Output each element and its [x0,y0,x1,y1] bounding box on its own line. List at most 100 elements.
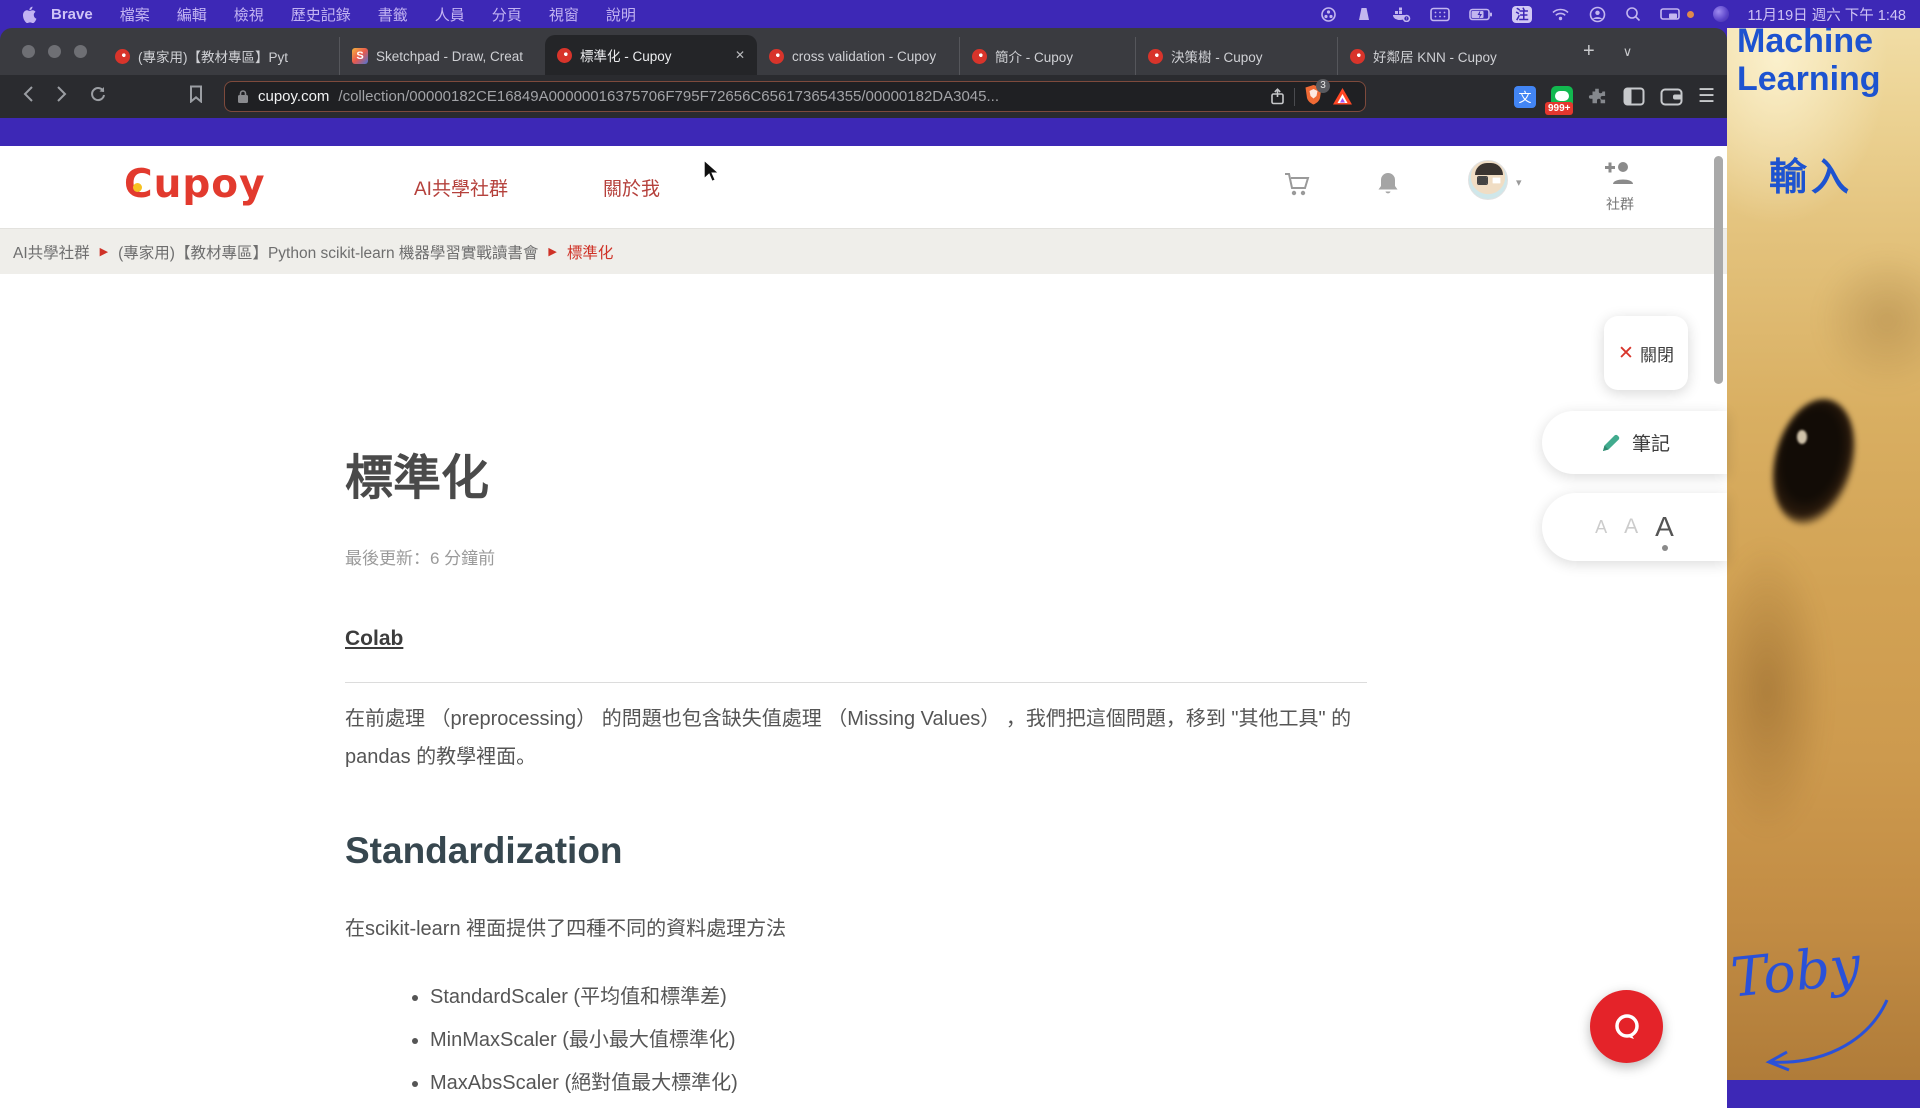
vlc-icon[interactable] [1356,6,1372,22]
menu-help[interactable]: 說明 [606,4,636,25]
bookmark-icon[interactable] [178,85,214,109]
keyboard-icon[interactable] [1430,7,1451,22]
breadcrumb-course[interactable]: (專家用)【教材專區】Python scikit-learn 機器學習實戰讀書會 [118,241,538,263]
tab-title: 簡介 - Cupoy [995,50,1074,65]
extensions-puzzle-icon[interactable] [1588,87,1608,107]
input-method-icon[interactable]: 注 [1512,5,1532,23]
font-small-button[interactable]: A [1595,517,1607,538]
breadcrumb-arrow-icon: ▶ [99,246,109,258]
close-window-button[interactable] [22,45,35,58]
minimize-window-button[interactable] [48,45,61,58]
avatar[interactable] [1468,160,1508,200]
share-icon[interactable] [1270,88,1285,105]
notification-bell-icon[interactable] [1375,170,1401,203]
nav-about-me[interactable]: 關於我 [603,174,660,201]
address-bar[interactable]: cupoy.com/collection/00000182CE16849A000… [224,79,1366,112]
breadcrumb: AI共學社群 ▶ (專家用)【教材專區】Python scikit-learn … [0,228,1727,274]
main-menu-icon[interactable]: ☰ [1698,85,1715,108]
cupoy-favicon [1148,48,1163,64]
display-mirroring-icon[interactable] [1659,7,1680,21]
brave-shield-icon[interactable]: 3 [1304,79,1330,109]
intro-paragraph: 在前處理 （preprocessing） 的問題也包含缺失值處理 （Missin… [345,708,1352,768]
tab-sketchpad[interactable]: S Sketchpad - Draw, Creat [339,37,545,75]
breadcrumb-community[interactable]: AI共學社群 [13,241,90,263]
bat-rewards-icon[interactable] [1332,87,1353,106]
page-scrollbar[interactable] [1714,156,1723,384]
wallet-icon[interactable] [1660,88,1683,106]
menu-brave[interactable]: Brave [51,6,93,23]
scaler-list: StandardScaler (平均值和標準差) MinMaxScaler (最… [430,980,738,1108]
tab-title: 決策樹 - Cupoy [1171,50,1263,65]
avatar-caret-icon[interactable]: ▾ [1516,176,1522,189]
breadcrumb-current: 標準化 [566,244,614,262]
line-extension-icon[interactable]: 999+ [1544,85,1574,115]
annotation-learning: Learning [1737,60,1881,98]
divider [345,682,1367,683]
menubar-clock[interactable]: 11月19日 週六 下午 1:48 [1748,4,1907,25]
community-label: 社群 [1606,196,1634,212]
menu-people[interactable]: 人員 [435,4,465,25]
community-button[interactable]: 社群 [1592,160,1648,214]
tab-decision-tree[interactable]: 決策樹 - Cupoy [1135,37,1337,75]
apple-menu-icon[interactable] [22,6,37,23]
font-large-button[interactable]: A [1655,511,1674,551]
user-account-icon[interactable] [1589,6,1606,23]
tab-standardization-active[interactable]: 標準化 - Cupoy ✕ [545,35,757,75]
list-item: StandardScaler (平均值和標準差) [430,980,738,1009]
extension-cluster: 文 999+ ☰ [1513,85,1715,115]
cupoy-favicon [972,48,987,64]
reload-button[interactable] [78,85,118,109]
cupoy-page: Cupoy AI共學社群 關於我 ▾ 社群 AI共學社群 ▶ (專家用)【教材專… [0,146,1727,1108]
tab-cross-validation[interactable]: cross validation - Cupoy [757,37,959,75]
sketchpad-favicon: S [352,48,368,64]
menu-window[interactable]: 視窗 [549,4,579,25]
forward-button[interactable] [45,85,78,109]
breadcrumb-arrow-icon: ▶ [548,246,557,258]
menu-bookmarks[interactable]: 書籤 [378,4,408,25]
back-button[interactable] [12,85,45,109]
zoom-window-button[interactable] [74,45,87,58]
menu-items: Brave 檔案 編輯 檢視 歷史記錄 書籤 人員 分頁 視窗 說明 [51,4,636,25]
cart-icon[interactable] [1283,170,1313,203]
add-person-icon [1605,162,1633,184]
menu-file[interactable]: 檔案 [120,4,150,25]
tab-close-icon[interactable]: ✕ [735,48,745,62]
addressbar-divider [1294,87,1295,106]
menu-edit[interactable]: 編輯 [177,4,207,25]
help-chat-button[interactable] [1590,990,1663,1063]
close-panel-button[interactable]: ✕ 關閉 [1604,316,1688,390]
tab-intro[interactable]: 簡介 - Cupoy [959,37,1135,75]
list-item: MaxAbsScaler (絕對值最大標準化) [430,1066,738,1095]
window-controls [22,28,87,75]
colab-link[interactable]: Colab [345,627,403,651]
obs-icon[interactable] [1320,6,1337,23]
docker-icon[interactable]: ! [1391,6,1411,22]
browser-window: (專家用)【教材專區】Pyt S Sketchpad - Draw, Creat… [0,28,1727,1108]
new-tab-button[interactable]: + [1569,28,1609,75]
tab-search-chevron[interactable]: ∨ [1609,28,1647,75]
chat-bubble-icon [1614,1013,1639,1039]
font-medium-button[interactable]: A [1624,515,1638,539]
battery-icon[interactable] [1469,8,1493,21]
article-title: 標準化 [345,452,490,505]
note-label: 筆記 [1631,434,1670,455]
note-button[interactable]: 筆記 [1542,411,1727,474]
close-label: 關閉 [1639,345,1674,365]
fur-shading [1817,250,1920,390]
siri-icon[interactable] [1712,6,1729,22]
spotlight-search-icon[interactable] [1625,6,1641,22]
tab-knn[interactable]: 好鄰居 KNN - Cupoy [1337,37,1569,75]
shield-count-badge: 3 [1316,79,1330,93]
wifi-icon[interactable] [1551,7,1570,21]
cupoy-logo[interactable]: Cupoy [124,162,266,207]
browser-toolbar: cupoy.com/collection/00000182CE16849A000… [0,75,1727,118]
nav-ai-community[interactable]: AI共學社群 [414,174,508,201]
translate-extension-icon[interactable]: 文 [1513,85,1536,108]
menu-history[interactable]: 歷史記錄 [291,4,351,25]
cupoy-logo-dot [133,183,142,192]
sidebar-toggle-icon[interactable] [1623,87,1645,106]
menu-view[interactable]: 檢視 [234,4,264,25]
hand-drawn-arrow [1765,999,1889,1072]
menu-tabs[interactable]: 分頁 [492,4,522,25]
tab-cupoy-course[interactable]: (專家用)【教材專區】Pyt [103,37,339,75]
